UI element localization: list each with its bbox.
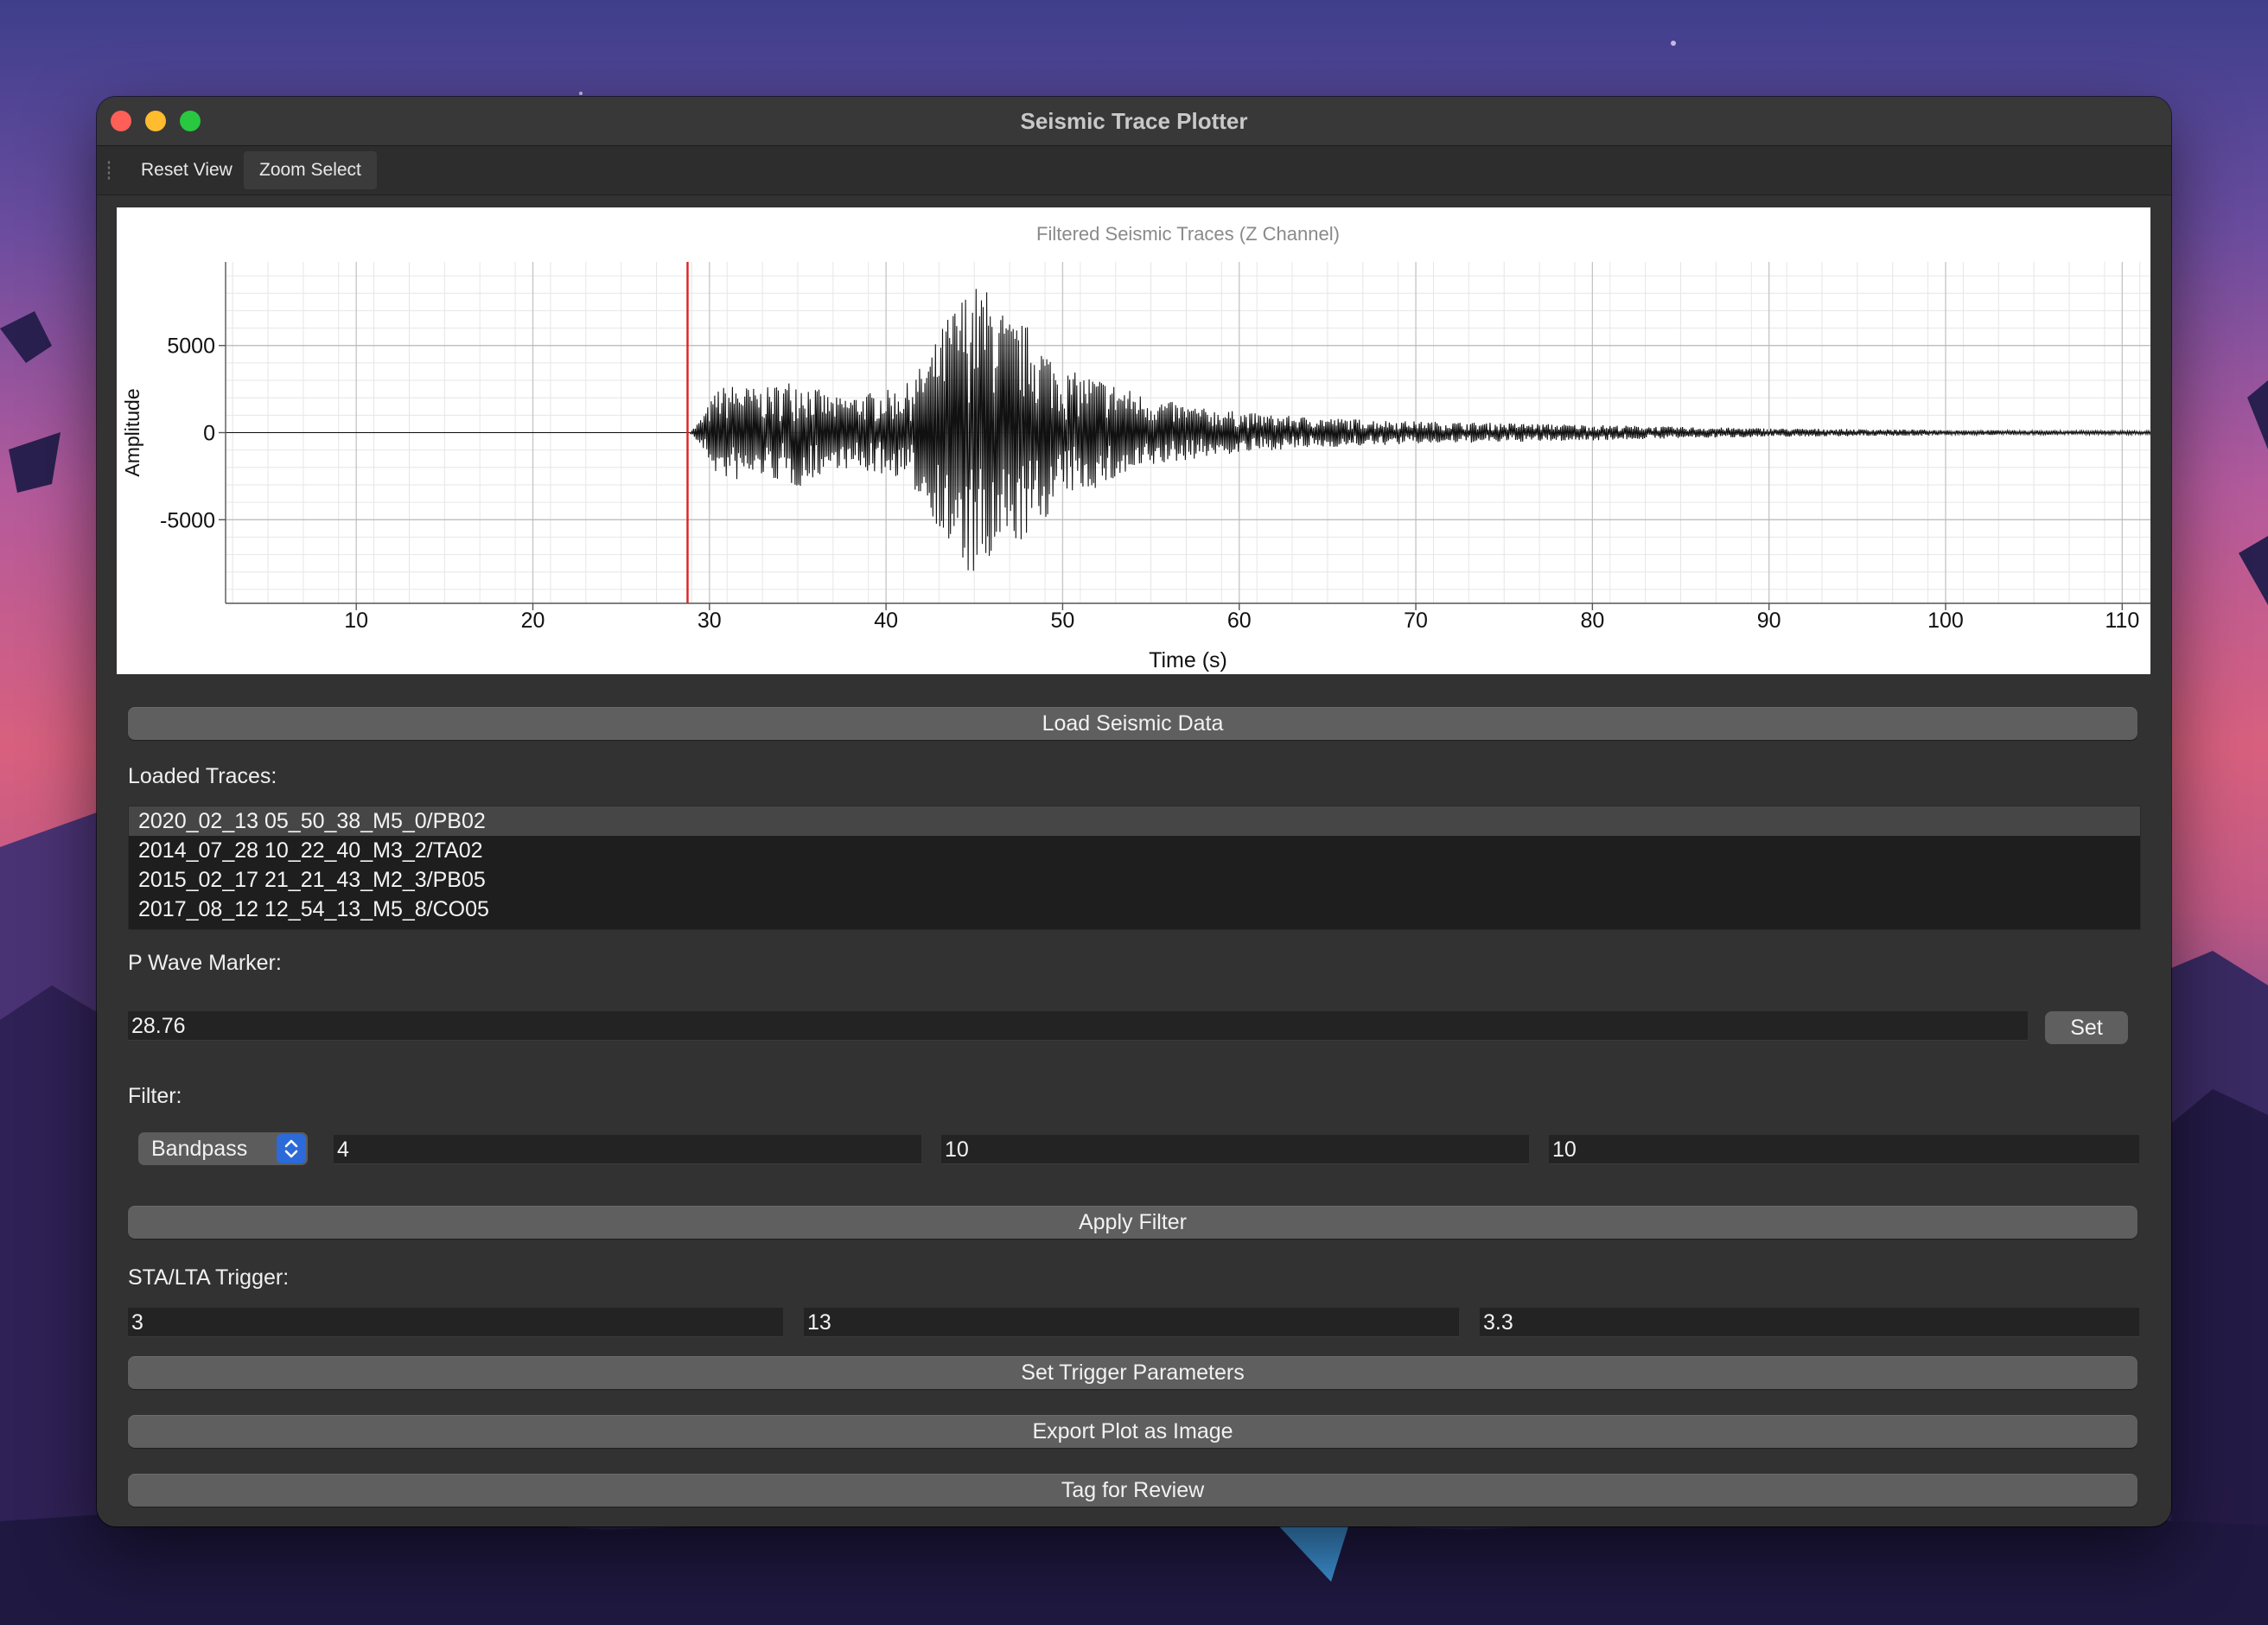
x-tick-label: 100 — [1927, 609, 1964, 633]
title-bar: Seismic Trace Plotter — [97, 97, 2171, 146]
x-tick-label: 20 — [521, 609, 545, 633]
x-tick-label: 110 — [2105, 609, 2139, 633]
filter-param-2-input[interactable]: 10 — [941, 1135, 1529, 1164]
toolbar-grip-handle[interactable] — [107, 160, 111, 181]
load-seismic-data-button[interactable]: Load Seismic Data — [128, 707, 2137, 740]
seismic-chart[interactable]: 10 20 30 40 50 60 70 80 90 100 110 5000 0 -5000 Filter… — [117, 207, 2150, 674]
window-title: Seismic Trace Plotter — [1020, 108, 1248, 134]
select-arrows-icon — [277, 1134, 306, 1163]
y-tick-label: 5000 — [167, 335, 215, 359]
filter-label: Filter: — [128, 1084, 182, 1108]
seismic-plot[interactable]: 10 20 30 40 50 60 70 80 90 100 110 5000 0 -5000 Filter… — [117, 207, 2150, 674]
sta-lta-trigger-label: STA/LTA Trigger: — [128, 1265, 290, 1290]
chart-title: Filtered Seismic Traces (Z Channel) — [1036, 223, 1340, 245]
x-axis-label: Time (s) — [1149, 648, 1227, 672]
set-trigger-parameters-button[interactable]: Set Trigger Parameters — [128, 1356, 2137, 1389]
tag-for-review-button[interactable]: Tag for Review — [128, 1474, 2137, 1507]
filter-type-value: Bandpass — [151, 1137, 248, 1161]
p-wave-input[interactable]: 28.76 — [128, 1011, 2028, 1041]
x-tick-label: 70 — [1404, 609, 1428, 633]
p-wave-marker-label: P Wave Marker: — [128, 951, 282, 975]
trace-item[interactable]: 2020_02_13 05_50_38_M5_0/PB02 — [129, 806, 2140, 836]
app-window: Seismic Trace Plotter Reset View Zoom Se… — [97, 97, 2171, 1526]
zoom-select-button[interactable]: Zoom Select — [244, 151, 377, 189]
set-p-wave-button[interactable]: Set — [2045, 1011, 2128, 1044]
trace-list[interactable]: 2020_02_13 05_50_38_M5_0/PB02 2014_07_28… — [128, 806, 2141, 930]
x-tick-label: 90 — [1757, 609, 1781, 633]
filter-type-select[interactable]: Bandpass — [138, 1132, 308, 1165]
x-tick-label: 60 — [1227, 609, 1252, 633]
close-button[interactable] — [111, 111, 131, 131]
loaded-traces-label: Loaded Traces: — [128, 764, 277, 788]
apply-filter-button[interactable]: Apply Filter — [128, 1206, 2137, 1239]
y-tick-label: 0 — [203, 422, 215, 446]
sta-input[interactable]: 3 — [128, 1308, 783, 1337]
toolbar: Reset View Zoom Select — [97, 146, 2171, 195]
trace-item[interactable]: 2017_08_12 12_54_13_M5_8/CO05 — [129, 895, 2140, 924]
x-tick-label: 10 — [344, 609, 368, 633]
filter-param-1-input[interactable]: 4 — [334, 1135, 921, 1164]
y-tick-label: -5000 — [160, 508, 215, 532]
threshold-input[interactable]: 3.3 — [1480, 1308, 2139, 1337]
zoom-button[interactable] — [180, 111, 201, 131]
reset-view-button[interactable]: Reset View — [125, 151, 248, 189]
lta-input[interactable]: 13 — [804, 1308, 1459, 1337]
seismic-trace-line — [226, 289, 2150, 571]
x-tick-label: 80 — [1580, 609, 1604, 633]
x-tick-label: 40 — [874, 609, 898, 633]
filter-param-3-input[interactable]: 10 — [1549, 1135, 2139, 1164]
y-axis-label: Amplitude — [121, 388, 143, 476]
trace-item[interactable]: 2014_07_28 10_22_40_M3_2/TA02 — [129, 836, 2140, 865]
x-tick-label: 50 — [1051, 609, 1075, 633]
export-plot-button[interactable]: Export Plot as Image — [128, 1415, 2137, 1448]
x-tick-label: 30 — [698, 609, 722, 633]
minimize-button[interactable] — [145, 111, 166, 131]
trace-item[interactable]: 2015_02_17 21_21_43_M2_3/PB05 — [129, 865, 2140, 895]
